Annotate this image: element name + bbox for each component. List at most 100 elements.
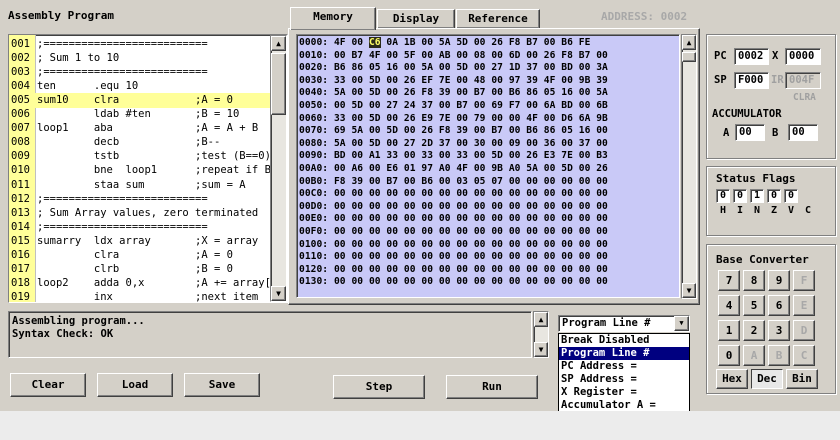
memory-byte[interactable]: B3 — [596, 150, 608, 161]
memory-row[interactable]: 00D0: 00 00 00 00 00 00 00 00 00 00 00 0… — [299, 201, 608, 213]
memory-byte[interactable]: 00 — [474, 37, 486, 48]
memory-row[interactable]: 00E0: 00 00 00 00 00 00 00 00 00 00 00 0… — [299, 213, 608, 225]
memory-byte[interactable]: 37 — [439, 138, 451, 149]
memory-byte[interactable]: 6B — [596, 100, 608, 111]
memory-byte[interactable]: 00 — [351, 150, 363, 161]
memory-byte[interactable]: 5A — [351, 125, 363, 136]
memory-byte[interactable]: 00 — [456, 113, 468, 124]
pc-field[interactable]: 0002 — [734, 48, 769, 65]
memory-byte[interactable]: 00 — [491, 264, 503, 275]
memory-byte[interactable]: 00 — [334, 100, 346, 111]
memory-byte[interactable]: 00 — [351, 276, 363, 287]
memory-byte[interactable]: 00 — [439, 100, 451, 111]
memory-byte[interactable]: 00 — [596, 213, 608, 224]
memory-byte[interactable]: 00 — [404, 251, 416, 262]
memory-byte[interactable]: 00 — [526, 264, 538, 275]
memory-byte[interactable]: 00 — [544, 239, 556, 250]
memory-byte[interactable]: 00 — [509, 150, 521, 161]
memory-byte[interactable]: 6A — [544, 100, 556, 111]
program-line[interactable]: 018 loop2 adda 0,x ;A += array[0] — [9, 276, 273, 290]
memory-byte[interactable]: 00 — [369, 239, 381, 250]
memory-byte[interactable]: 00 — [351, 138, 363, 149]
memory-byte[interactable]: 00 — [561, 239, 573, 250]
memory-byte[interactable]: 00 — [491, 213, 503, 224]
memory-row[interactable]: 0080: 5A 00 5D 00 27 2D 37 00 30 00 09 0… — [299, 138, 608, 150]
memory-byte[interactable]: 00 — [369, 125, 381, 136]
sp-field[interactable]: F000 — [734, 72, 769, 89]
memory-byte[interactable]: 00 — [526, 188, 538, 199]
memory-byte[interactable]: 00 — [386, 264, 398, 275]
memory-byte[interactable]: A0 — [509, 163, 521, 174]
memory-byte[interactable]: 4F — [369, 50, 381, 61]
scroll-thumb[interactable] — [682, 52, 696, 62]
x-register-field[interactable]: 0000 — [785, 48, 821, 65]
memory-byte[interactable]: B7 — [456, 100, 468, 111]
memory-byte[interactable]: 97 — [421, 163, 433, 174]
memory-byte[interactable]: 00 — [526, 201, 538, 212]
memory-byte[interactable]: 00 — [491, 188, 503, 199]
memory-byte[interactable]: 1B — [404, 37, 416, 48]
memory-byte[interactable]: 00 — [369, 226, 381, 237]
memory-byte[interactable]: 26 — [491, 37, 503, 48]
program-line[interactable]: 005 sum10 clra ;A = 0 — [9, 93, 273, 108]
memory-row[interactable]: 00B0: F8 39 00 B7 00 B6 00 03 05 07 00 0… — [299, 176, 608, 188]
memory-byte[interactable]: 00 — [579, 62, 591, 73]
memory-byte[interactable]: 00 — [439, 188, 451, 199]
memory-byte[interactable]: 00 — [474, 264, 486, 275]
memory-byte[interactable]: 9B — [579, 75, 591, 86]
memory-byte[interactable]: FE — [579, 37, 591, 48]
memory-byte[interactable]: 7E — [439, 75, 451, 86]
memory-byte[interactable]: 00 — [474, 239, 486, 250]
memory-byte[interactable]: 03 — [456, 176, 468, 187]
program-line[interactable]: 013 ; Sum Array values, zero terminated — [9, 206, 273, 220]
memory-byte[interactable]: 00 — [544, 163, 556, 174]
memory-byte[interactable]: 00 — [456, 251, 468, 262]
memory-byte[interactable]: 4F — [544, 75, 556, 86]
memory-byte[interactable]: 00 — [561, 226, 573, 237]
flag-value[interactable]: 0 — [716, 189, 730, 203]
memory-byte[interactable]: 00 — [491, 239, 503, 250]
memory-byte[interactable]: 00 — [386, 213, 398, 224]
memory-byte[interactable]: 00 — [544, 188, 556, 199]
memory-byte[interactable]: 00 — [579, 213, 591, 224]
memory-byte[interactable]: 00 — [579, 201, 591, 212]
memory-byte[interactable]: 00 — [509, 264, 521, 275]
memory-byte[interactable]: 00 — [544, 213, 556, 224]
memory-byte[interactable]: 00 — [544, 113, 556, 124]
program-line[interactable]: 016 clra ;A = 0 — [9, 248, 273, 262]
keypad-key-7[interactable]: 7 — [718, 270, 740, 291]
memory-byte[interactable]: 00 — [596, 188, 608, 199]
memory-byte[interactable]: 00 — [351, 251, 363, 262]
memory-byte[interactable]: F7 — [509, 100, 521, 111]
memory-row[interactable]: 0100: 00 00 00 00 00 00 00 00 00 00 00 0… — [299, 239, 608, 251]
keypad-key-e[interactable]: E — [793, 295, 815, 316]
memory-byte[interactable]: 00 — [509, 276, 521, 287]
memory-row[interactable]: 0110: 00 00 00 00 00 00 00 00 00 00 00 0… — [299, 251, 608, 263]
memory-byte[interactable]: 00 — [474, 188, 486, 199]
memory-byte[interactable]: 00 — [334, 251, 346, 262]
memory-byte[interactable]: 7E — [561, 150, 573, 161]
memory-byte[interactable]: 00 — [561, 251, 573, 262]
memory-byte[interactable]: 00 — [386, 75, 398, 86]
memory-byte[interactable]: 00 — [491, 75, 503, 86]
memory-byte[interactable]: 5D — [369, 75, 381, 86]
memory-byte[interactable]: 00 — [526, 50, 538, 61]
memory-byte[interactable]: 00 — [596, 251, 608, 262]
memory-byte[interactable]: 00 — [351, 87, 363, 98]
load-button[interactable]: Load — [97, 373, 173, 397]
memory-byte[interactable]: 00 — [351, 264, 363, 275]
memory-byte[interactable]: 00 — [456, 188, 468, 199]
memory-byte[interactable]: 86 — [544, 125, 556, 136]
scroll-down-icon[interactable]: ▼ — [682, 283, 696, 298]
memory-byte[interactable]: 00 — [579, 87, 591, 98]
program-line[interactable]: 017 clrb ;B = 0 — [9, 262, 273, 276]
memory-byte[interactable]: 00 — [456, 75, 468, 86]
memory-byte[interactable]: F8 — [334, 176, 346, 187]
memory-row[interactable]: 0040: 5A 00 5D 00 26 F8 39 00 B7 00 B6 8… — [299, 87, 608, 99]
memory-byte[interactable]: 5A — [421, 62, 433, 73]
memory-byte[interactable]: 5D — [561, 163, 573, 174]
program-line[interactable]: 001 ;========================== — [9, 37, 273, 51]
program-line[interactable]: 019 inx ;next item — [9, 290, 273, 302]
memory-byte[interactable]: 00 — [351, 188, 363, 199]
memory-byte[interactable]: 00 — [596, 226, 608, 237]
